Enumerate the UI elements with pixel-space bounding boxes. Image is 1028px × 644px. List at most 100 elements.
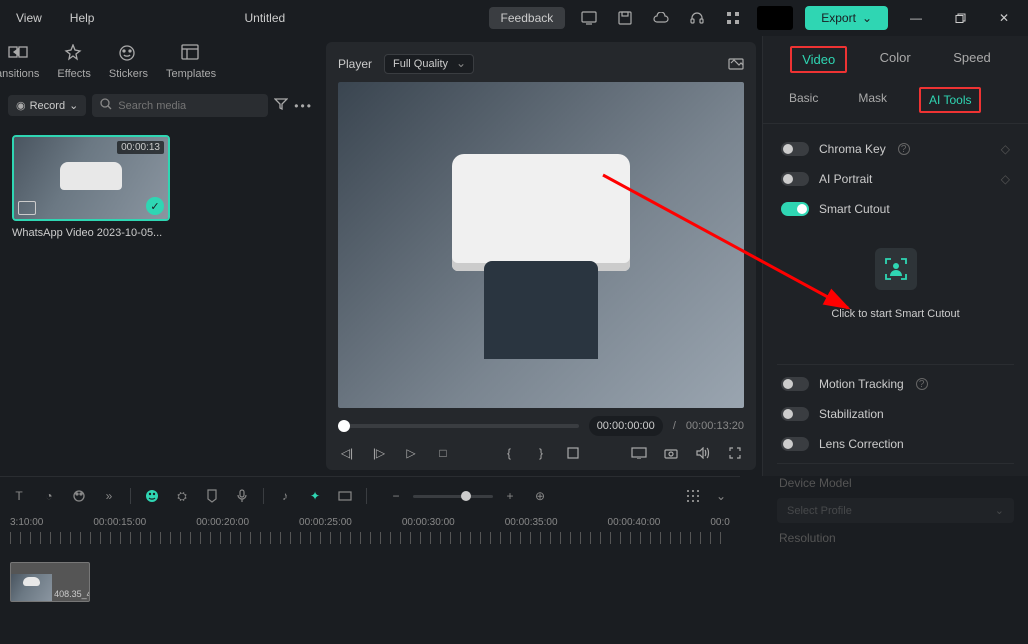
unknown-black-button[interactable] (757, 6, 793, 30)
templates-icon (181, 44, 201, 64)
device-icon[interactable] (577, 6, 601, 30)
mic-icon[interactable] (233, 487, 251, 505)
record-icon: ◉ (16, 99, 26, 112)
ai-icon[interactable] (143, 487, 161, 505)
volume-button[interactable] (694, 444, 712, 462)
ai-portrait-toggle[interactable] (781, 172, 809, 186)
ruler-mark: 00:00:30:00 (402, 517, 455, 528)
tab-stickers[interactable]: Stickers (109, 44, 148, 80)
project-title: Untitled (244, 11, 285, 25)
mark-out-button[interactable]: } (532, 444, 550, 462)
filter-icon[interactable] (274, 98, 288, 113)
smart-cutout-button[interactable] (875, 248, 917, 290)
search-input[interactable] (118, 100, 260, 112)
play-button[interactable]: ▷ (402, 444, 420, 462)
subtab-mask[interactable]: Mask (850, 87, 895, 113)
tab-effects[interactable]: Effects (57, 44, 90, 80)
fullscreen-button[interactable] (726, 444, 744, 462)
apps-icon[interactable] (721, 6, 745, 30)
search-input-wrap[interactable] (92, 94, 268, 117)
device-model-select[interactable]: Select Profile ⌄ (777, 498, 1014, 523)
timer-icon[interactable]: ◔ (40, 487, 58, 505)
export-button[interactable]: Export⌄ (805, 6, 888, 30)
tab-video[interactable]: Video (790, 46, 847, 73)
save-icon[interactable] (613, 6, 637, 30)
ruler-mark: 00:00:20:00 (196, 517, 249, 528)
zoom-slider[interactable] (413, 495, 493, 498)
main-area: ansitions Effects Stickers Templates ◉ R… (0, 36, 1028, 476)
effects-icon (64, 44, 84, 64)
properties-subtabs: Basic Mask AI Tools (763, 81, 1028, 124)
headphones-icon[interactable] (685, 6, 709, 30)
subtab-basic[interactable]: Basic (781, 87, 826, 113)
marker-tool-icon[interactable] (203, 487, 221, 505)
more-tools-icon[interactable]: » (100, 487, 118, 505)
seek-handle[interactable] (338, 420, 350, 432)
display-button[interactable] (630, 444, 648, 462)
motion-tracking-toggle[interactable] (781, 377, 809, 391)
media-panel: ansitions Effects Stickers Templates ◉ R… (0, 36, 320, 476)
frame-icon[interactable] (336, 487, 354, 505)
keyframe-icon[interactable]: ◇ (1001, 172, 1010, 186)
close-button[interactable]: ✕ (988, 4, 1020, 32)
ruler-mark: 00:00:40:00 (608, 517, 661, 528)
record-button[interactable]: ◉ Record ⌄ (8, 95, 86, 116)
player-label: Player (338, 57, 372, 71)
media-name: WhatsApp Video 2023-10-05... (12, 227, 170, 239)
tab-templates[interactable]: Templates (166, 44, 216, 80)
tab-transitions[interactable]: ansitions (0, 44, 39, 80)
maximize-button[interactable] (944, 4, 976, 32)
zoom-fit-button[interactable]: ⊕ (531, 487, 549, 505)
cloud-icon[interactable] (649, 6, 673, 30)
topbar: View Help Untitled Feedback Export⌄ — ✕ (0, 0, 1028, 36)
smart-cutout-hint: Click to start Smart Cutout (777, 308, 1014, 320)
video-preview[interactable] (338, 82, 744, 408)
info-icon[interactable]: ? (898, 143, 910, 155)
feedback-button[interactable]: Feedback (489, 7, 566, 29)
tab-speed[interactable]: Speed (943, 46, 1001, 73)
more-icon[interactable]: ••• (294, 99, 313, 113)
zoom-in-button[interactable]: + (501, 487, 519, 505)
media-item[interactable]: 00:00:13 ✓ WhatsApp Video 2023-10-05... (12, 135, 170, 239)
tab-color[interactable]: Color (870, 46, 921, 73)
grid-view-icon[interactable] (684, 487, 702, 505)
media-marker-icon (18, 201, 36, 215)
stop-button[interactable]: □ (434, 444, 452, 462)
text-tool-icon[interactable]: T (10, 487, 28, 505)
snapshot-button[interactable] (662, 444, 680, 462)
player-seek-bar[interactable]: 00:00:00:00 / 00:00:13:20 (338, 416, 744, 436)
prev-frame-button[interactable]: ◁| (338, 444, 356, 462)
timeline-clip[interactable]: 408.35_4b2f4... (10, 562, 90, 602)
keyframe-icon[interactable]: ◇ (1001, 142, 1010, 156)
lens-correction-toggle[interactable] (781, 437, 809, 451)
chevron-down-icon[interactable]: ⌄ (712, 487, 730, 505)
timeline-ruler[interactable]: 3:10:00 00:00:15:00 00:00:20:00 00:00:25… (10, 513, 730, 532)
clip-name: 408.35_4b2f4... (52, 587, 89, 601)
smart-cutout-area: Click to start Smart Cutout (777, 224, 1014, 360)
crop-button[interactable] (564, 444, 582, 462)
stabilization-toggle[interactable] (781, 407, 809, 421)
menu-help[interactable]: Help (62, 7, 103, 29)
search-icon (100, 98, 112, 113)
step-back-button[interactable]: |▷ (370, 444, 388, 462)
media-thumbnail[interactable]: 00:00:13 ✓ (12, 135, 170, 221)
ruler-mark: 00:00:15:00 (93, 517, 146, 528)
smart-cutout-row: Smart Cutout (777, 194, 1014, 224)
minimize-button[interactable]: — (900, 4, 932, 32)
mark-in-button[interactable]: { (500, 444, 518, 462)
color-icon[interactable] (70, 487, 88, 505)
snapshot-icon[interactable] (728, 56, 744, 73)
time-current: 00:00:00:00 (589, 416, 663, 436)
adjust-icon[interactable]: ⛭ (173, 487, 191, 505)
search-row: ◉ Record ⌄ ••• (0, 88, 320, 123)
quality-select[interactable]: Full Quality (384, 54, 474, 74)
effects-tool-icon[interactable]: ✦ (306, 487, 324, 505)
media-duration: 00:00:13 (117, 141, 164, 154)
chroma-key-toggle[interactable] (781, 142, 809, 156)
info-icon[interactable]: ? (916, 378, 928, 390)
menu-view[interactable]: View (8, 7, 50, 29)
zoom-out-button[interactable]: − (387, 487, 405, 505)
audio-tool-icon[interactable]: ♪ (276, 487, 294, 505)
smart-cutout-toggle[interactable] (781, 202, 809, 216)
subtab-ai-tools[interactable]: AI Tools (919, 87, 981, 113)
